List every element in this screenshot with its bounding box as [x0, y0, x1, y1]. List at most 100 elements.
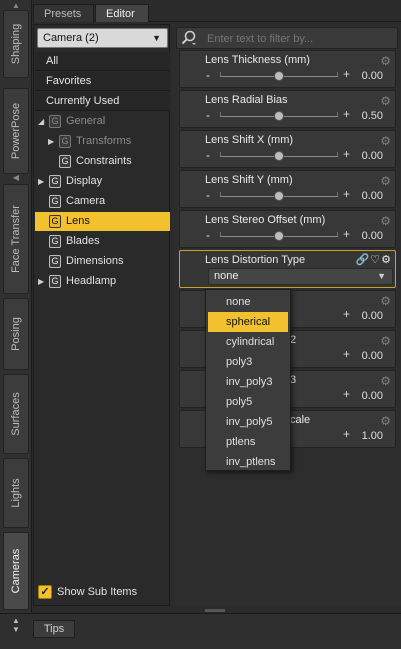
slider-knob[interactable]	[274, 111, 284, 121]
increment-button[interactable]: +	[343, 347, 350, 361]
prop-title: Lens Shift X (mm)	[205, 134, 294, 146]
prop-value[interactable]: 0.00	[362, 70, 383, 82]
prop-value[interactable]: 0.00	[362, 230, 383, 242]
tab-tips-label: Tips	[43, 623, 65, 635]
distortion-type-menu: none spherical cylindrical poly3 inv_pol…	[205, 289, 291, 471]
prop-value[interactable]: 0.00	[362, 190, 383, 202]
tab-strip-grip-icon[interactable]: ◀	[3, 174, 29, 182]
panel-splitter-handle[interactable]	[205, 609, 225, 612]
tab-surfaces[interactable]: Surfaces	[3, 374, 29, 454]
increment-button[interactable]: +	[343, 307, 350, 321]
checkmark-icon[interactable]: ✓	[38, 585, 52, 599]
top-tab-bar: Presets Editor	[33, 4, 401, 22]
search-icon[interactable]	[181, 30, 197, 46]
prop-value[interactable]: 0.00	[362, 150, 383, 162]
expand-arrow-icon[interactable]: ▶	[48, 132, 54, 151]
gear-icon[interactable]: ⚙	[380, 334, 391, 348]
menu-item-poly3[interactable]: poly3	[208, 352, 288, 372]
tab-face-transfer[interactable]: Face Transfer	[3, 184, 29, 294]
prop-title: Lens Radial Bias	[205, 94, 288, 106]
prop-value[interactable]: 0.00	[362, 310, 383, 322]
gear-icon[interactable]: ⚙	[380, 94, 391, 108]
tree-item-general[interactable]: ◢ G General	[35, 112, 170, 131]
tree-item-headlamp[interactable]: ▶ G Headlamp	[35, 272, 170, 291]
gear-icon[interactable]: ⚙	[380, 174, 391, 188]
gear-icon[interactable]: ⚙	[380, 214, 391, 228]
tree-item-camera[interactable]: G Camera	[35, 192, 170, 211]
decrement-button[interactable]: -	[206, 108, 210, 122]
bottom-bar: ▲ ▼ Tips	[0, 613, 401, 649]
increment-button[interactable]: +	[343, 227, 350, 241]
gear-icon[interactable]: ⚙	[380, 54, 391, 68]
tab-lights[interactable]: Lights	[3, 458, 29, 528]
tree-item-label: Display	[66, 175, 103, 187]
tree-item-dimensions[interactable]: G Dimensions	[35, 252, 170, 271]
filter-input[interactable]	[207, 30, 393, 47]
gear-icon[interactable]: ⚙	[380, 134, 391, 148]
increment-button[interactable]: +	[343, 427, 350, 441]
tree-item-display[interactable]: ▶ G Display	[35, 172, 170, 191]
increment-button[interactable]: +	[343, 107, 350, 121]
tree-item-lens[interactable]: G Lens	[35, 212, 170, 231]
decrement-button[interactable]: -	[206, 148, 210, 162]
tab-posing[interactable]: Posing	[3, 298, 29, 370]
gear-icon[interactable]: ⚙	[380, 414, 391, 428]
decrement-button[interactable]: -	[206, 188, 210, 202]
menu-item-inv-poly5[interactable]: inv_poly5	[208, 412, 288, 432]
distortion-type-combo[interactable]: none ▼	[208, 268, 393, 285]
group-all[interactable]: All	[35, 52, 170, 71]
prop-value[interactable]: 0.00	[362, 350, 383, 362]
increment-button[interactable]: +	[343, 387, 350, 401]
prop-value[interactable]: 0.50	[362, 110, 383, 122]
tree-item-transforms[interactable]: ▶ G Transforms	[35, 132, 170, 151]
link-favorite-gear-icon[interactable]: 🔗♡⚙	[356, 253, 392, 266]
gear-icon[interactable]: ⚙	[380, 374, 391, 388]
group-favorites[interactable]: Favorites	[35, 72, 170, 91]
gear-icon[interactable]: ⚙	[380, 294, 391, 308]
increment-button[interactable]: +	[343, 147, 350, 161]
tab-presets[interactable]: Presets	[33, 4, 94, 22]
menu-item-label: ptlens	[226, 436, 256, 448]
slider-knob[interactable]	[274, 191, 284, 201]
group-favorites-label: Favorites	[46, 75, 92, 87]
tree-item-constraints[interactable]: G Constraints	[35, 152, 170, 171]
tab-cameras[interactable]: Cameras	[3, 532, 29, 610]
expand-arrow-icon[interactable]: ▶	[38, 272, 44, 291]
slider-knob[interactable]	[274, 151, 284, 161]
prop-title: cale	[290, 414, 311, 426]
slider-knob[interactable]	[274, 71, 284, 81]
group-currently-used-label: Currently Used	[46, 95, 120, 107]
tab-strip-scroll-up-icon[interactable]: ▲	[3, 2, 29, 10]
decrement-button[interactable]: -	[206, 228, 210, 242]
tab-editor[interactable]: Editor	[95, 4, 149, 22]
menu-item-label: inv_poly5	[226, 416, 273, 428]
expand-arrow-icon[interactable]: ▶	[38, 172, 44, 191]
increment-button[interactable]: +	[343, 187, 350, 201]
tab-shaping-label: Shaping	[10, 23, 22, 65]
menu-item-poly5[interactable]: poly5	[208, 392, 288, 412]
tree-item-label: Constraints	[76, 155, 132, 167]
increment-button[interactable]: +	[343, 67, 350, 81]
menu-item-inv-poly3[interactable]: inv_poly3	[208, 372, 288, 392]
menu-item-label: poly3	[226, 356, 253, 368]
tree-item-blades[interactable]: G Blades	[35, 232, 170, 251]
menu-item-ptlens[interactable]: ptlens	[208, 432, 288, 452]
slider-knob[interactable]	[274, 231, 284, 241]
prop-value[interactable]: 0.00	[362, 390, 383, 402]
menu-item-label: inv_poly3	[226, 376, 273, 388]
menu-item-spherical[interactable]: spherical	[208, 312, 288, 332]
decrement-button[interactable]: -	[206, 68, 210, 82]
show-sub-items-label: Show Sub Items	[57, 586, 138, 598]
collapse-arrow-icon[interactable]: ◢	[38, 112, 44, 131]
menu-item-inv-ptlens[interactable]: inv_ptlens	[208, 452, 288, 472]
tab-powerpose[interactable]: PowerPose	[3, 88, 29, 174]
group-currently-used[interactable]: Currently Used	[35, 92, 170, 111]
menu-item-cylindrical[interactable]: cylindrical	[208, 332, 288, 352]
tab-shaping[interactable]: Shaping	[3, 10, 29, 78]
node-select-dropdown[interactable]: Camera (2) ▼	[37, 28, 168, 48]
menu-item-none[interactable]: none	[208, 292, 288, 312]
chevron-down-icon: ▼	[377, 271, 386, 281]
tab-scroll-arrows-icon[interactable]: ▲ ▼	[10, 616, 22, 634]
tab-tips[interactable]: Tips	[33, 620, 75, 638]
prop-value[interactable]: 1.00	[362, 430, 383, 442]
